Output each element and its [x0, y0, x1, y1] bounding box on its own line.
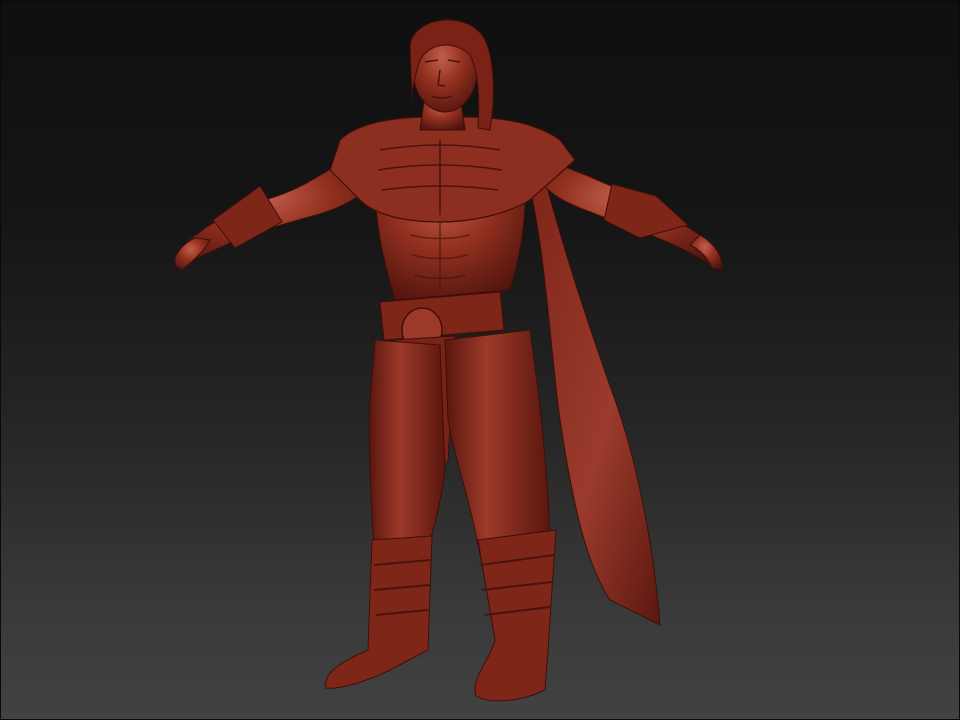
right-leg [444, 329, 551, 556]
3d-viewport[interactable] [0, 0, 960, 720]
sculpted-warrior-model [174, 19, 723, 702]
left-leg [368, 339, 446, 561]
